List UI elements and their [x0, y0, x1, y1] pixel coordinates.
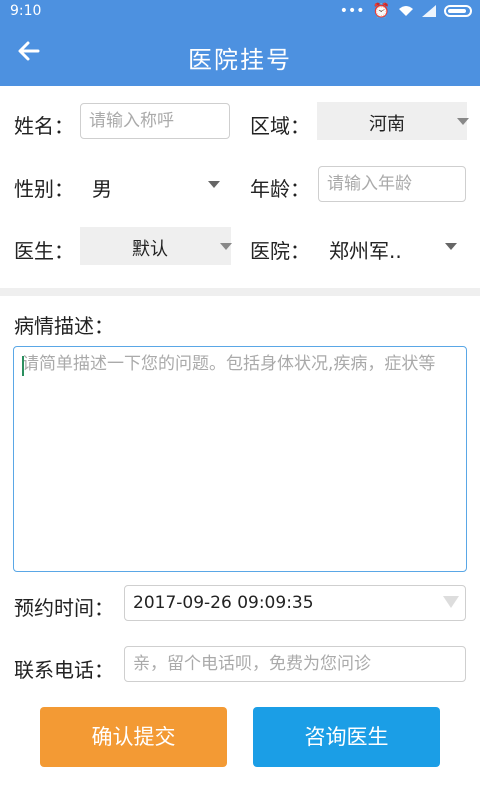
dropdown-caret-icon: [445, 243, 457, 250]
hospital-label: 医院：: [250, 239, 310, 263]
gender-value: 男: [92, 177, 112, 201]
hospital-value: 郑州军..: [329, 239, 402, 263]
dropdown-caret-icon: [443, 596, 459, 608]
region-label: 区域：: [250, 114, 310, 138]
phone-label: 联系电话：: [14, 658, 114, 682]
dropdown-caret-icon: [208, 181, 220, 188]
dropdown-caret-icon: [220, 243, 232, 250]
doctor-label: 医生：: [14, 239, 74, 263]
consult-doctor-button[interactable]: 咨询医生: [253, 707, 440, 767]
age-input[interactable]: 请输入年龄: [318, 166, 466, 202]
region-select[interactable]: 河南: [317, 102, 469, 140]
gender-select[interactable]: 男: [80, 165, 230, 203]
app-bar: 医院挂号: [0, 24, 480, 86]
name-label: 姓名：: [14, 114, 74, 138]
age-label: 年龄：: [250, 177, 310, 201]
text-cursor: [22, 356, 24, 376]
appointment-time-value: 2017-09-26 09:09:35: [133, 593, 314, 613]
section-divider: [0, 288, 480, 296]
status-time: 9:10: [10, 3, 42, 19]
battery-icon: [444, 5, 472, 17]
hospital-select[interactable]: 郑州军..: [317, 227, 467, 265]
status-icons: ••• ⏰: [340, 3, 472, 19]
dropdown-caret-icon: [457, 118, 469, 125]
appointment-time-select[interactable]: 2017-09-26 09:09:35: [124, 585, 466, 621]
doctor-select[interactable]: 默认: [80, 227, 232, 265]
signal-icon: [422, 5, 436, 17]
doctor-value: 默认: [132, 239, 168, 260]
description-label: 病情描述：: [14, 314, 114, 338]
gender-label: 性别：: [14, 177, 74, 201]
wifi-icon: [399, 6, 413, 16]
submit-button[interactable]: 确认提交: [40, 707, 227, 767]
phone-input[interactable]: 亲，留个电话呗，免费为您问诊: [124, 646, 466, 682]
status-bar: 9:10 ••• ⏰: [0, 0, 480, 24]
name-input[interactable]: 请输入称呼: [80, 103, 230, 139]
more-dots-icon: •••: [339, 3, 365, 19]
alarm-icon: ⏰: [372, 3, 390, 19]
region-value: 河南: [369, 114, 405, 135]
description-textarea[interactable]: 请简单描述一下您的问题。包括身体状况,疾病，症状等: [13, 346, 467, 572]
appointment-time-label: 预约时间：: [14, 596, 114, 620]
description-placeholder: 请简单描述一下您的问题。包括身体状况,疾病，症状等: [22, 354, 436, 374]
page-title: 医院挂号: [188, 46, 292, 74]
